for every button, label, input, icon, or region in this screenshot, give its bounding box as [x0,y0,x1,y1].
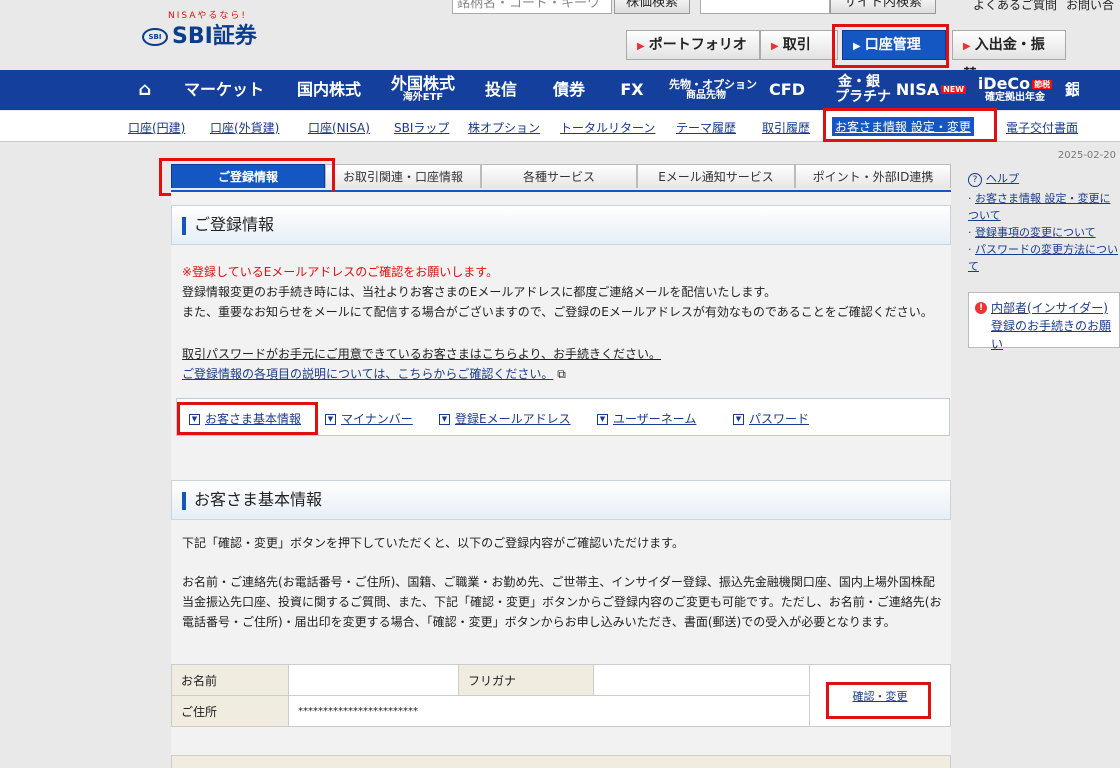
tab-points[interactable]: ポイント・外部ID連携 [795,164,951,188]
insider-registration-box[interactable]: ! 内部者(インサイダー)登録のお手続きのお願い [968,292,1120,351]
anchor-basic-info[interactable]: ▼ お客さま基本情報 [189,410,301,427]
down-arrow-box-icon: ▼ [325,414,336,425]
registration-para1: 登録情報変更のお手続き時には、当社よりお客さまのEメールアドレスに都度ご連絡メー… [182,285,777,299]
anchor-password[interactable]: ▼ パスワード [733,410,809,427]
gnav-futures[interactable]: 先物・オプション 商品先物 [669,79,757,101]
basic-para2: お名前・ご連絡先(お電話番号・ご住所)、国籍、ご職業・お勤め先、ご世帯主、インサ… [182,575,942,629]
address-label: ご住所 [171,695,289,727]
tax-badge: 節税 [1032,79,1053,89]
down-arrow-box-icon: ▼ [733,414,744,425]
new-badge: NEW [941,84,967,94]
subnav-trade-history[interactable]: 取引履歴 [762,119,810,136]
tab-account-info[interactable]: お取引関連・口座情報 [325,164,481,188]
sub-nav: 口座(円建) 口座(外貨建) 口座(NISA) SBIラップ 株オプション トー… [0,111,1120,142]
confirm-cell: 確認・変更 [809,664,951,727]
registration-para2: また、重要なお知らせをメールにて配信する場合がございますので、ご登録のEメールア… [182,305,933,319]
triangle-right-icon: ▶ [637,41,645,52]
anchor-my-number[interactable]: ▼ マイナンバー [325,410,413,427]
help-header[interactable]: ? ヘルプ [968,170,1120,187]
main-panel: ご登録情報 ※登録しているEメールアドレスのご確認をお願いします。 登録情報変更… [171,192,951,768]
subnav-e-documents[interactable]: 電子交付書面 [1006,119,1078,136]
tab-services[interactable]: 各種サービス [481,164,637,188]
deposit-withdraw-button[interactable]: ▶入出金・振替 [952,30,1066,83]
anchor-bar: ▼ お客さま基本情報 ▼ マイナンバー ▼ 登録Eメールアドレス ▼ ユーザーネーム ▼… [176,398,950,436]
email-notice: ※登録しているEメールアドレスのご確認をお願いします。 [182,265,499,279]
subnav-nisa-account[interactable]: 口座(NISA) [308,119,370,136]
name-label: お名前 [171,664,289,696]
help-item[interactable]: · パスワードの変更方法について [968,241,1120,275]
gnav-funds[interactable]: 投信 [483,81,519,99]
subnav-customer-info[interactable]: お客さま情報 設定・変更 [832,117,974,136]
account-management-button[interactable]: ▶ 口座管理 [842,30,946,60]
gnav-bank[interactable]: 銀 [1065,82,1079,99]
registration-title: ご登録情報 [171,205,951,245]
kana-label: フリガナ [458,664,594,696]
gnav-cfd[interactable]: CFD [767,81,807,99]
subnav-stock-option[interactable]: 株オプション [468,119,540,136]
basic-para1: 下記「確認・変更」ボタンを押下していただくと、以下のご登録内容がご確認いただけま… [182,536,684,550]
info-tabs: ご登録情報 お取引関連・口座情報 各種サービス Eメール通知サービス ポイント・… [171,164,951,193]
down-arrow-box-icon: ▼ [597,414,608,425]
down-arrow-box-icon: ▼ [439,414,450,425]
triangle-right-icon: ▶ [771,41,779,52]
tab-registration[interactable]: ご登録情報 [171,164,325,188]
faq-link[interactable]: よくあるご質問 [973,0,1057,13]
stock-search-button[interactable]: 株価検索 [614,0,690,14]
trade-button[interactable]: ▶ 取引 [760,30,838,60]
table-row: お名前 フリガナ 確認・変更 [171,664,951,727]
down-arrow-box-icon: ▼ [189,414,200,425]
subnav-theme-history[interactable]: テーマ履歴 [676,119,736,136]
gnav-bonds[interactable]: 債券 [551,81,587,99]
alert-icon: ! [975,302,987,314]
gnav-ideco[interactable]: iDeCo 節税 確定拠出年金 [973,75,1057,103]
help-item[interactable]: · お客さま情報 設定・変更について [968,190,1120,224]
gnav-fx[interactable]: FX [619,81,645,99]
subnav-total-return[interactable]: トータルリターン [560,119,655,136]
trade-password-link[interactable]: 取引パスワードがお手元にご用意できているお客さまはこちらより、お手続きください。 [182,344,942,364]
external-window-icon: ⧉ [557,367,566,381]
gnav-foreign-stock[interactable]: 外国株式 海外ETF [391,75,455,103]
item-help-link[interactable]: ご登録情報の各項目の説明については、こちらからご確認ください。 [182,367,553,381]
basic-info-title: お客さま基本情報 [171,480,951,520]
address-value: ************************ [288,695,810,727]
subnav-fx-account[interactable]: 口座(外貨建) [210,119,279,136]
name-value [288,664,459,696]
help-item[interactable]: · 登録事項の変更について [968,224,1120,241]
gnav-market[interactable]: マーケット [183,81,265,99]
anchor-email[interactable]: ▼ 登録Eメールアドレス [439,410,571,427]
insider-link: 内部者(インサイダー)登録のお手続きのお願い [991,301,1112,351]
date-display: 2025-02-20 [1057,150,1116,161]
tab-email-notify[interactable]: Eメール通知サービス [637,164,795,188]
gnav-nisa[interactable]: NISA NEW [893,81,969,99]
portfolio-button[interactable]: ▶ ポートフォリオ [626,30,760,60]
gnav-domestic-stock[interactable]: 国内株式 [293,81,365,99]
next-table-row-partial [171,755,951,768]
confirm-change-button[interactable]: 確認・変更 [853,690,908,703]
subnav-sbi-wrap[interactable]: SBIラップ [394,119,449,136]
help-icon: ? [968,173,982,187]
sbi-logo[interactable]: SBI SBI証券 [142,18,257,50]
subnav-jpy-account[interactable]: 口座(円建) [128,119,185,136]
global-nav: ⌂ マーケット 国内株式 外国株式 海外ETF 投信 債券 FX 先物・オプション… [0,70,1120,110]
site-search-input[interactable] [700,0,830,14]
site-search-button[interactable]: サイト内検索 [830,0,936,14]
sbi-mark-icon: SBI [142,28,168,46]
stock-search-input[interactable]: 銘柄名・コード・キーワ [452,0,612,14]
home-icon[interactable]: ⌂ [135,80,155,100]
kana-value [593,664,810,696]
basic-info-table: お名前 フリガナ 確認・変更 ご住所 *********************… [171,664,951,727]
gnav-gold[interactable]: 金・銀 プラチナ [835,75,891,104]
contact-link[interactable]: お問い合 [1066,0,1114,13]
help-sidebar: ? ヘルプ · お客さま情報 設定・変更について · 登録事項の変更について · … [968,170,1120,275]
logo-text: SBI証券 [172,24,257,49]
triangle-right-icon: ▶ [853,41,861,52]
triangle-right-icon: ▶ [963,41,971,52]
anchor-username[interactable]: ▼ ユーザーネーム [597,410,696,427]
item-help-row: ご登録情報の各項目の説明については、こちらからご確認ください。 ⧉ [182,364,942,384]
